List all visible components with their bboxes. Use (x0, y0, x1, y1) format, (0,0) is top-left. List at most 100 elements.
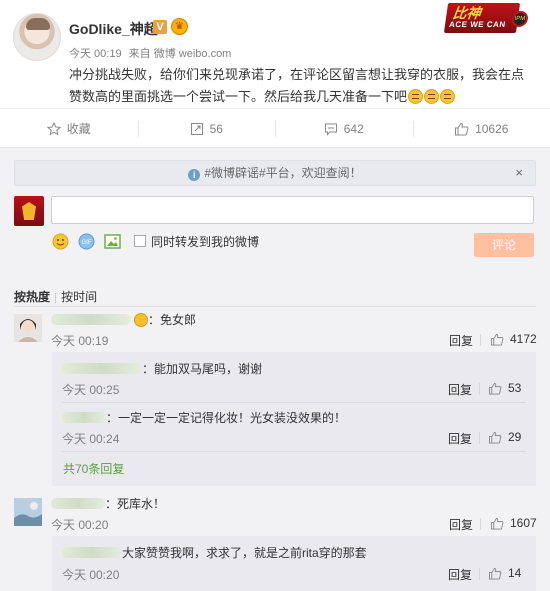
image-icon[interactable] (104, 233, 121, 250)
comment-button[interactable]: 642 (275, 109, 413, 148)
blurred-username[interactable] (62, 547, 122, 558)
repost-button[interactable]: 56 (137, 109, 276, 148)
tab-separator: | (54, 290, 58, 304)
action-separator (479, 432, 480, 444)
reply-like-button[interactable]: 29 (488, 430, 521, 444)
blurred-username[interactable] (62, 363, 142, 374)
crying-emoji-icon (408, 89, 424, 104)
reply-time: 今天 00:25 (62, 383, 120, 397)
post-time[interactable]: 今天 00:19 (69, 48, 122, 60)
reply-body: ：能加双马尾吗，谢谢 (142, 362, 263, 376)
my-avatar[interactable] (14, 196, 44, 226)
comment-sort-tabs: 按热度 | 按时间 (14, 288, 101, 305)
post-meta: 今天 00:19 来自 微博 weibo.com (69, 45, 235, 61)
reply-time: 今天 00:24 (62, 432, 120, 446)
reply-body: ：一定一定一定记得化妆！光女装没效果的！ (106, 411, 347, 425)
divider (62, 451, 526, 452)
commenter-avatar[interactable] (14, 498, 42, 526)
repost-count: 56 (209, 121, 223, 136)
comment-body: ：死库水！ (105, 497, 166, 511)
action-separator (479, 568, 480, 580)
avatar-image (14, 498, 42, 526)
repost-icon (190, 122, 203, 135)
action-separator (480, 518, 481, 530)
reply-like-button[interactable]: 53 (488, 381, 521, 395)
svg-text:GIF: GIF (82, 240, 92, 246)
reply-button[interactable]: 回复 (448, 430, 472, 447)
reply-like-count: 53 (508, 381, 522, 395)
commenter-avatar[interactable] (14, 314, 42, 342)
comment-section: i #微博辟谣#平台，欢迎查阅！ × GIF 同时转发到我的微博 评论 按热度 | 按… (0, 148, 550, 591)
thumbs-up-icon (488, 382, 502, 395)
reply-like-count: 29 (508, 430, 522, 444)
reply-text: ：能加双马尾吗，谢谢 (62, 360, 262, 377)
reply-button[interactable]: 回复 (448, 381, 472, 398)
divider (62, 402, 526, 403)
author-username[interactable]: GoDlike_神超 (69, 19, 158, 39)
more-replies-link[interactable]: 共70条回复 (63, 460, 124, 477)
avatar-image (14, 314, 42, 342)
comment-icon (324, 123, 337, 136)
favorite-button[interactable]: 收藏 (0, 109, 138, 148)
blurred-username[interactable] (51, 498, 105, 509)
gif-icon[interactable]: GIF (78, 233, 95, 250)
reply-like-count: 14 (508, 566, 522, 580)
reply-button[interactable]: 回复 (449, 332, 473, 349)
thumbs-up-icon (488, 567, 502, 580)
reply-time: 今天 00:20 (62, 568, 120, 582)
comment-text: ：死库水！ (51, 495, 165, 512)
author-avatar[interactable] (13, 13, 61, 61)
comment-body: ：免女郎 (148, 313, 197, 327)
comment-time: 今天 00:20 (51, 518, 109, 532)
repost-also-checkbox[interactable] (134, 235, 146, 247)
star-icon (46, 121, 61, 136)
tab-sort-hot[interactable]: 按热度 (14, 290, 50, 304)
info-icon: i (188, 169, 201, 181)
verified-badge[interactable]: V (153, 20, 167, 34)
reply-button[interactable]: 回复 (448, 566, 472, 583)
reply-text: 大家赞赞我啊，求求了，就是之前rita穿的那套 (62, 544, 367, 561)
comment-like-button[interactable]: 4172 (490, 332, 537, 346)
comment-like-button[interactable]: 1607 (490, 516, 537, 530)
vip-badge-icon (134, 313, 148, 327)
repost-also-label[interactable]: 同时转发到我的微博 (151, 233, 259, 250)
composer-toolbar: GIF 同时转发到我的微博 (52, 232, 259, 250)
post-text: 冲分挑战失败，给你们来兑现承诺了，在评论区留言想让我穿的衣服，我会在点赞数高的里… (69, 64, 529, 108)
close-icon[interactable]: × (515, 161, 523, 185)
emoji-icon[interactable] (52, 233, 69, 250)
submit-comment-button[interactable]: 评论 (474, 233, 534, 257)
crying-emoji-icon (440, 89, 456, 104)
like-button[interactable]: 10626 (412, 109, 550, 148)
crying-emoji-icon (424, 89, 440, 104)
tab-sort-time[interactable]: 按时间 (61, 290, 97, 304)
comment-count: 642 (343, 121, 364, 136)
blurred-username[interactable] (51, 314, 131, 325)
reply-button[interactable]: 回复 (449, 516, 473, 533)
crown-badge-icon[interactable]: ♛ (171, 18, 188, 35)
like-count: 10626 (475, 121, 509, 136)
thumbs-up-icon (490, 333, 504, 346)
thumbs-up-icon (488, 431, 502, 444)
action-separator (480, 334, 481, 346)
reply-like-button[interactable]: 14 (488, 566, 521, 580)
comment-input[interactable] (51, 196, 534, 224)
divider (14, 306, 536, 307)
post-action-bar: 收藏 56 642 10626 (0, 108, 550, 148)
notice-text[interactable]: #微博辟谣#平台，欢迎查阅！ (204, 166, 361, 180)
blurred-username[interactable] (62, 412, 106, 423)
post-body: 冲分挑战失败，给你们来兑现承诺了，在评论区留言想让我穿的衣服，我会在点赞数高的里… (69, 67, 525, 104)
weibo-post: GoDlike_神超 V ♛ 今天 00:19 来自 微博 weibo.com … (0, 0, 550, 148)
rumor-notice-bar[interactable]: i #微博辟谣#平台，欢迎查阅！ × (14, 160, 536, 186)
post-source[interactable]: 来自 微博 weibo.com (129, 48, 232, 60)
comment-time: 今天 00:19 (51, 334, 109, 348)
brand-logo: 比神 ACE WE CAN IPM (443, 3, 529, 33)
favorite-label: 收藏 (66, 122, 91, 136)
brand-logo-slogan: ACE WE CAN (448, 20, 507, 29)
comment-text: ：免女郎 (51, 311, 196, 328)
reply-text: ：一定一定一定记得化妆！光女装没效果的！ (62, 409, 346, 426)
reply-body: 大家赞赞我啊，求求了，就是之前rita穿的那套 (122, 546, 367, 560)
brand-logo-badge: IPM (510, 11, 529, 27)
comment-like-count: 1607 (510, 516, 537, 530)
thumbs-up-icon (490, 517, 504, 530)
comment-like-count: 4172 (510, 332, 537, 346)
